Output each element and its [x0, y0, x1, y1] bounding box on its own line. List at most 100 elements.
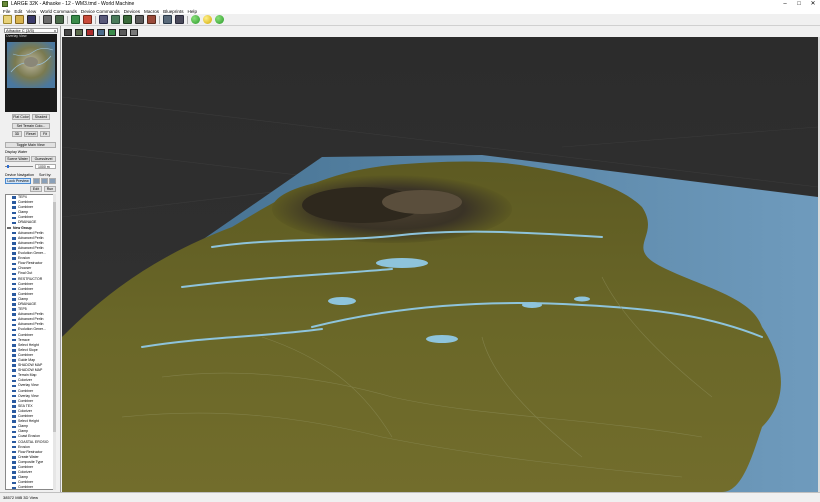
device-icon — [12, 450, 16, 454]
world-settings-icon[interactable] — [71, 15, 80, 24]
3d-viewport[interactable] — [62, 37, 818, 492]
edit-button[interactable]: Edit — [30, 186, 42, 192]
stop-icon[interactable] — [163, 15, 172, 24]
scene-water-button[interactable]: Scene Water — [5, 156, 30, 162]
build-icon[interactable] — [147, 15, 156, 24]
menu-device-commands[interactable]: Device Commands — [81, 9, 120, 14]
reset-button[interactable]: Reset — [24, 131, 38, 137]
tree-item[interactable]: Combiner — [6, 485, 54, 489]
device-icon — [12, 344, 16, 347]
device-icon — [12, 333, 16, 337]
device-icon — [12, 272, 16, 276]
device-icon — [12, 349, 16, 352]
device-icon — [12, 466, 16, 469]
pause-yellow-icon[interactable] — [203, 15, 212, 24]
preview-thumbnail[interactable]: Overlay View — [5, 34, 57, 112]
terrain-render-icon[interactable] — [75, 28, 83, 36]
device-icon — [12, 435, 16, 439]
wireframe-icon[interactable] — [119, 28, 127, 36]
record-icon[interactable] — [86, 28, 94, 36]
device-icon — [12, 201, 16, 204]
toggle-main-view-button[interactable]: Toggle Main View — [5, 142, 56, 148]
sort-by-label: Sort by: — [39, 173, 52, 177]
minimize-button[interactable]: – — [778, 0, 792, 8]
export-icon[interactable] — [108, 28, 116, 36]
device-icon — [12, 425, 16, 429]
grid-icon[interactable] — [135, 15, 144, 24]
menu-world-commands[interactable]: World Commands — [40, 9, 77, 14]
device-icon — [12, 338, 16, 342]
menu-help[interactable]: Help — [188, 9, 197, 14]
sort-az-icon[interactable] — [33, 178, 40, 184]
tree-scrollbar[interactable] — [53, 194, 56, 490]
device-icon — [12, 287, 16, 291]
sort-type-icon[interactable] — [41, 178, 48, 184]
copy-icon[interactable] — [55, 15, 64, 24]
device-icon — [12, 476, 16, 479]
title-bar: LARGE 32K - Athaoke - 12 - WM3.tmd - Wor… — [0, 0, 820, 8]
render-icon[interactable] — [83, 15, 92, 24]
flat-color-button[interactable]: Flat Color — [12, 114, 30, 120]
device-icon — [12, 313, 16, 316]
tree-scrollbar-thumb[interactable] — [53, 202, 56, 432]
new-file-icon[interactable] — [3, 15, 12, 24]
panel-title: Athaoke C (3/5) x — [4, 28, 58, 33]
maximize-button[interactable]: □ — [792, 0, 806, 8]
toolbar-divider — [67, 15, 68, 24]
device-icon — [12, 405, 16, 408]
camera-icon[interactable] — [130, 28, 138, 36]
device-icon — [12, 323, 16, 327]
run-green-icon[interactable] — [191, 15, 200, 24]
device-icon — [12, 293, 16, 296]
toolbar-divider — [39, 15, 40, 24]
water-level-input[interactable]: 1000 m — [35, 164, 56, 169]
menu-macros[interactable]: Macros — [144, 9, 159, 14]
device-icon — [12, 420, 16, 423]
perspective-view-icon[interactable] — [64, 28, 72, 36]
device-icon — [12, 328, 16, 332]
shaded-button[interactable]: Shaded — [32, 114, 50, 120]
device-icon — [12, 267, 16, 271]
device-icon — [12, 400, 16, 403]
device-icon — [12, 369, 16, 372]
water-level-slider[interactable] — [5, 165, 33, 168]
device-tree[interactable]: TEP4 Combiner Combiner Clamp Combiner DRAINAG… — [5, 194, 55, 490]
menu-edit[interactable]: Edit — [14, 9, 22, 14]
device-icon — [12, 242, 16, 245]
device-icon — [12, 364, 16, 367]
device-icon — [12, 486, 16, 489]
fit-button[interactable]: Fit — [40, 131, 50, 137]
map-view-icon[interactable] — [123, 15, 132, 24]
device-icon — [12, 262, 16, 266]
run-button[interactable]: Run — [44, 186, 56, 192]
menu-devices[interactable]: Devices — [124, 9, 140, 14]
close-button[interactable]: ✕ — [806, 0, 820, 8]
slider-thumb[interactable] — [7, 165, 9, 168]
go-green-icon[interactable] — [215, 15, 224, 24]
set-terrain-color-button[interactable]: Set Terrain Colo... — [12, 123, 50, 129]
save-icon[interactable] — [27, 15, 36, 24]
menu-view[interactable]: View — [26, 9, 36, 14]
guesslevel-button[interactable]: Guesslevel — [31, 156, 56, 162]
device-navigation-label: Device Navigation — [5, 173, 34, 177]
menu-file[interactable]: File — [3, 9, 10, 14]
view-toolbar — [62, 27, 820, 37]
display-water-label: Display Water — [5, 150, 28, 154]
device-icon — [12, 430, 16, 434]
device-icon — [12, 211, 16, 215]
menu-blueprints[interactable]: Blueprints — [163, 9, 183, 14]
panel-close-icon[interactable]: x — [54, 29, 56, 33]
group-icon — [7, 226, 11, 230]
build-all-icon[interactable] — [175, 15, 184, 24]
device-icon — [12, 308, 16, 311]
lighting-icon[interactable] — [97, 28, 105, 36]
layout-view-icon[interactable] — [99, 15, 108, 24]
3d-button[interactable]: 3D — [12, 131, 22, 137]
sort-order-icon[interactable] — [49, 178, 56, 184]
lock-preview-button[interactable]: Lock Preview — [5, 178, 31, 184]
device-icon — [12, 257, 16, 260]
device-view-icon[interactable] — [111, 15, 120, 24]
cut-icon[interactable] — [43, 15, 52, 24]
open-file-icon[interactable] — [15, 15, 24, 24]
terrain-preview-image — [7, 42, 55, 88]
